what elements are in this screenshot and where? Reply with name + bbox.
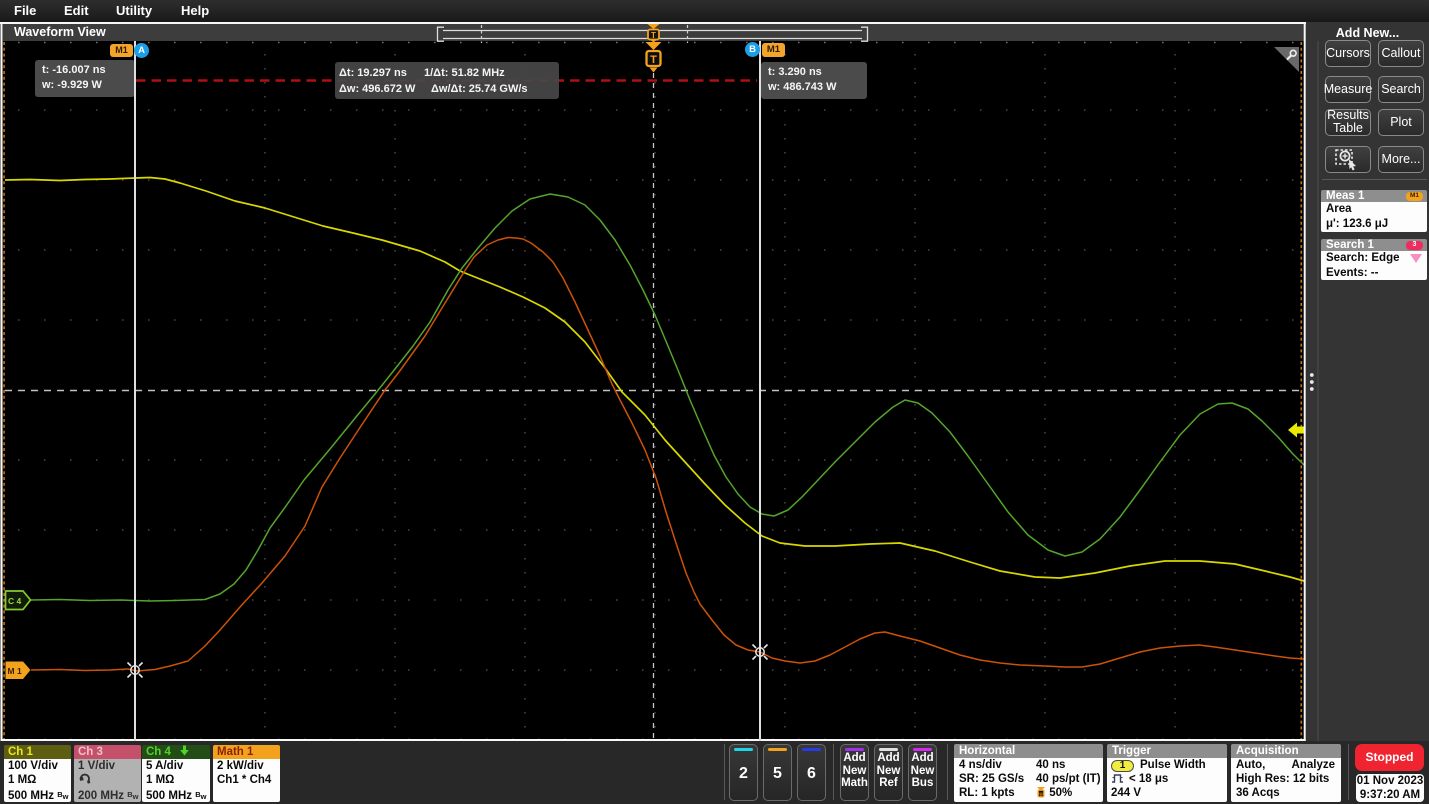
svg-text:M 1: M 1: [8, 666, 22, 676]
svg-text:T: T: [651, 31, 656, 40]
svg-text:C 4: C 4: [8, 596, 22, 606]
svg-text:u: u: [1039, 792, 1042, 798]
